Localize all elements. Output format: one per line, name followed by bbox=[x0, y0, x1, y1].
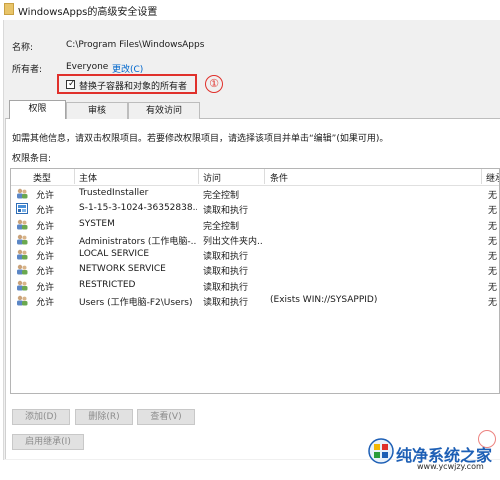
column-access[interactable]: 访问 bbox=[203, 171, 221, 184]
list-item[interactable]: 允许 RESTRICTED 读取和执行 无 bbox=[11, 278, 499, 293]
row-principal: LOCAL SERVICE bbox=[79, 249, 150, 260]
row-type: 允许 bbox=[36, 236, 55, 247]
list-rows: 允许 TrustedInstaller 完全控制无允许 S-1-15-3-1024-3… bbox=[11, 186, 499, 309]
row-inherit: 无 bbox=[488, 221, 498, 232]
row-type: 允许 bbox=[36, 267, 55, 278]
list-item[interactable]: 允许 Administrators (工作电脑-... 列出文件夹内... 无 bbox=[11, 232, 499, 247]
name-value: C:\Program Files\WindowsApps bbox=[66, 40, 205, 50]
group-icon bbox=[16, 295, 28, 306]
checkmark-icon: ✓ bbox=[68, 79, 76, 89]
row-inherit: 无 bbox=[488, 267, 498, 278]
enable-inheritance-button[interactable]: 启用继承(I) bbox=[12, 434, 84, 450]
list-item[interactable]: 允许 TrustedInstaller 完全控制 无 bbox=[11, 186, 499, 201]
replace-owner-label[interactable]: 替换子容器和对象的所有者 bbox=[79, 79, 187, 92]
column-type[interactable]: 类型 bbox=[33, 171, 51, 184]
group-icon bbox=[16, 249, 28, 260]
tab-effective-access[interactable]: 有效访问 bbox=[128, 102, 200, 119]
owner-value: Everyone bbox=[66, 62, 109, 72]
row-type: 允许 bbox=[36, 298, 55, 309]
row-principal: NETWORK SERVICE bbox=[79, 264, 166, 275]
row-principal: Users (工作电脑-F2\Users) bbox=[79, 298, 193, 309]
watermark-url: www.ycwjzy.com bbox=[417, 462, 484, 471]
brand-logo-icon bbox=[368, 438, 394, 464]
package-icon bbox=[16, 203, 28, 215]
row-access: 读取和执行 bbox=[203, 252, 249, 263]
list-item[interactable]: 允许 Users (工作电脑-F2\Users) 读取和执行 (Exists WIN:… bbox=[11, 293, 499, 309]
add-button[interactable]: 添加(D) bbox=[12, 409, 70, 425]
row-condition: (Exists WIN://SYSAPPID) bbox=[270, 295, 378, 306]
permission-entries-list[interactable]: 类型 主体 访问 条件 继承 允许TrustedInstaller完全控制无允许… bbox=[10, 168, 500, 394]
row-inherit: 无 bbox=[488, 236, 498, 247]
row-type: 允许 bbox=[36, 191, 55, 201]
group-icon bbox=[16, 188, 28, 199]
name-label: 名称: bbox=[12, 43, 34, 53]
row-principal: TrustedInstaller bbox=[79, 188, 149, 198]
column-inherit[interactable]: 继承 bbox=[486, 171, 499, 184]
row-type: 允许 bbox=[36, 221, 55, 232]
column-condition[interactable]: 条件 bbox=[270, 171, 288, 184]
list-item[interactable]: 允许 SYSTEM 完全控制 无 bbox=[11, 217, 499, 232]
row-principal: Administrators (工作电脑-... bbox=[79, 236, 197, 247]
row-inherit: 无 bbox=[488, 191, 498, 201]
row-principal: S-1-15-3-1024-36352838... bbox=[79, 203, 197, 214]
hint-text: 如需其他信息，请双击权限项目。若要修改权限项目，请选择该项目并单击“编辑”(如果… bbox=[12, 134, 389, 144]
row-principal: SYSTEM bbox=[79, 218, 115, 229]
column-separator[interactable] bbox=[264, 169, 265, 184]
column-principal[interactable]: 主体 bbox=[79, 171, 97, 184]
row-access: 读取和执行 bbox=[203, 282, 249, 293]
window-title: WindowsApps的高级安全设置 bbox=[18, 7, 158, 18]
title-bar: WindowsApps的高级安全设置 bbox=[0, 0, 500, 20]
view-button[interactable]: 查看(V) bbox=[137, 409, 195, 425]
tab-permissions[interactable]: 权限 bbox=[9, 100, 66, 119]
tab-auditing[interactable]: 审核 bbox=[66, 102, 128, 119]
row-access: 读取和执行 bbox=[203, 267, 249, 278]
row-access: 读取和执行 bbox=[203, 206, 249, 217]
group-icon bbox=[16, 264, 28, 275]
row-inherit: 无 bbox=[488, 206, 498, 217]
group-icon bbox=[16, 234, 28, 245]
list-item[interactable]: 允许 LOCAL SERVICE 读取和执行 无 bbox=[11, 247, 499, 263]
row-access: 读取和执行 bbox=[203, 298, 249, 309]
column-separator[interactable] bbox=[481, 169, 482, 184]
callout-number: ① bbox=[205, 75, 223, 93]
row-principal: RESTRICTED bbox=[79, 279, 136, 290]
row-access: 列出文件夹内... bbox=[203, 236, 263, 247]
column-separator[interactable] bbox=[198, 169, 199, 184]
replace-owner-checkbox[interactable]: ✓ bbox=[66, 79, 76, 89]
row-inherit: 无 bbox=[488, 282, 498, 293]
group-icon bbox=[16, 219, 28, 230]
row-access: 完全控制 bbox=[203, 191, 240, 201]
row-access: 完全控制 bbox=[203, 221, 240, 232]
column-separator[interactable] bbox=[74, 169, 75, 184]
row-inherit: 无 bbox=[488, 252, 498, 263]
row-inherit: 无 bbox=[488, 298, 498, 309]
folder-icon bbox=[4, 3, 14, 15]
owner-label: 所有者: bbox=[12, 65, 43, 75]
group-icon bbox=[16, 280, 28, 291]
row-type: 允许 bbox=[36, 206, 55, 217]
list-header: 类型 主体 访问 条件 继承 bbox=[11, 169, 499, 186]
remove-button[interactable]: 删除(R) bbox=[75, 409, 133, 425]
row-type: 允许 bbox=[36, 252, 55, 263]
entries-label: 权限条目: bbox=[12, 154, 52, 164]
list-item[interactable]: 允许 NETWORK SERVICE 读取和执行 无 bbox=[11, 262, 499, 278]
row-type: 允许 bbox=[36, 282, 55, 293]
list-item[interactable]: 允许 S-1-15-3-1024-36352838... 读取和执行 无 bbox=[11, 201, 499, 217]
